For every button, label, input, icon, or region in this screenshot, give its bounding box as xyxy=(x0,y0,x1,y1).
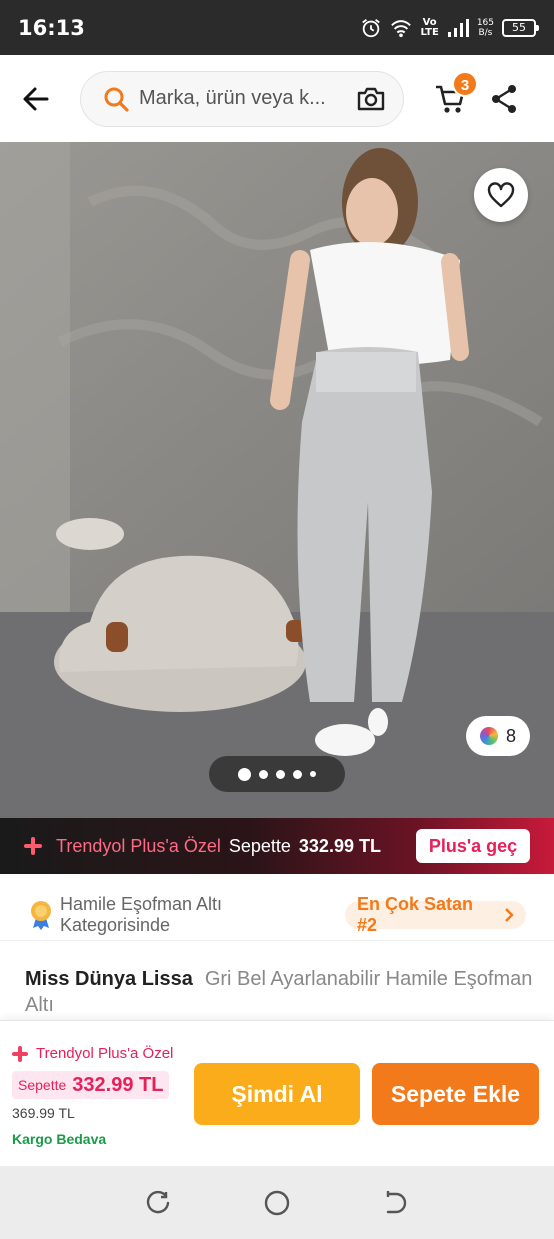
back-nav-icon[interactable] xyxy=(382,1190,408,1216)
medal-icon xyxy=(30,900,51,930)
camera-search-button[interactable] xyxy=(355,83,387,115)
color-options-button[interactable]: 8 xyxy=(466,716,530,756)
wifi-icon xyxy=(391,19,412,37)
original-price: 369.99 TL xyxy=(12,1105,75,1121)
best-seller-badge[interactable]: En Çok Satan #2 xyxy=(345,894,526,935)
product-brand[interactable]: Miss Dünya Lissa xyxy=(25,968,193,990)
top-bar: 3 xyxy=(0,55,554,142)
heart-icon xyxy=(487,182,515,208)
category-text: Hamile Eşofman Altı Kategorisinde xyxy=(59,893,223,935)
plus-banner: Trendyol Plus'a Özel Sepette 332.99 TL P… xyxy=(0,818,554,874)
share-icon xyxy=(492,84,516,113)
image-pager[interactable] xyxy=(209,756,345,792)
plus-upgrade-button[interactable]: Plus'a geç xyxy=(416,829,530,863)
cart-count-badge: 3 xyxy=(452,70,478,97)
home-icon[interactable] xyxy=(263,1189,291,1217)
buy-bar-plus-label: Trendyol Plus'a Özel xyxy=(12,1045,173,1062)
favorite-button[interactable] xyxy=(474,168,528,222)
recents-icon[interactable] xyxy=(146,1190,172,1216)
system-nav-bar xyxy=(0,1166,554,1239)
alarm-icon xyxy=(362,18,381,37)
volte-indicator: Vo LTE xyxy=(420,16,439,38)
cart-button[interactable]: 3 xyxy=(430,70,478,121)
cart-price: 332.99 TL xyxy=(72,1073,164,1096)
buy-bar-plus-text: Trendyol Plus'a Özel xyxy=(36,1045,174,1062)
category-ranking-row[interactable]: Hamile Eşofman Altı Kategorisinde En Çok… xyxy=(0,889,554,941)
plus-banner-price: 332.99 TL xyxy=(298,835,381,856)
pager-dot[interactable] xyxy=(238,767,251,781)
add-to-cart-button[interactable]: Sepete Ekle xyxy=(372,1063,539,1125)
buy-bar: Trendyol Plus'a Özel Sepette 332.99 TL 3… xyxy=(0,1020,554,1166)
volte-bottom: LTE xyxy=(420,26,439,38)
share-button[interactable] xyxy=(486,77,522,121)
pager-dot[interactable] xyxy=(310,771,316,777)
search-bar[interactable] xyxy=(80,70,404,127)
product-title: Miss Dünya Lissa Gri Bel Ayarlanabilir Ha… xyxy=(25,966,535,1018)
product-image-carousel[interactable]: 8 xyxy=(0,142,554,818)
net-speed: 165 B/s xyxy=(477,18,494,38)
search-input[interactable] xyxy=(139,87,339,110)
chevron-right-icon xyxy=(505,907,514,922)
free-shipping-label: Kargo Bedava xyxy=(12,1131,107,1147)
battery-icon: 55 xyxy=(502,18,539,37)
signal-icon xyxy=(447,18,469,37)
cart-price-row: Sepette 332.99 TL xyxy=(12,1071,170,1099)
volte-top: Vo xyxy=(422,16,437,28)
status-time: 16:13 xyxy=(18,15,85,40)
arrow-left-icon xyxy=(23,87,49,110)
pager-dot[interactable] xyxy=(259,769,268,779)
color-options-count: 8 xyxy=(505,725,516,746)
plus-banner-cart-text: Sepette xyxy=(228,835,291,856)
buy-now-button[interactable]: Şimdi Al xyxy=(194,1063,360,1125)
plus-banner-title: Trendyol Plus'a Özel xyxy=(56,835,221,856)
status-icons: Vo LTE 165 B/s 55 xyxy=(360,16,539,39)
cart-price-label: Sepette xyxy=(18,1077,67,1093)
plus-icon xyxy=(24,837,42,855)
net-speed-unit: B/s xyxy=(478,27,493,38)
net-speed-value: 165 xyxy=(476,17,494,28)
back-button[interactable] xyxy=(14,77,58,121)
status-bar: 16:13 Vo LTE 165 B/s 55 xyxy=(0,0,554,55)
best-seller-label: En Çok Satan #2 xyxy=(357,893,474,935)
pager-dot[interactable] xyxy=(276,769,285,779)
search-icon xyxy=(104,87,129,112)
pager-dot[interactable] xyxy=(293,769,302,779)
camera-icon xyxy=(357,87,385,110)
plus-icon xyxy=(12,1045,28,1062)
color-palette-icon xyxy=(479,727,498,745)
product-photo xyxy=(0,142,554,818)
